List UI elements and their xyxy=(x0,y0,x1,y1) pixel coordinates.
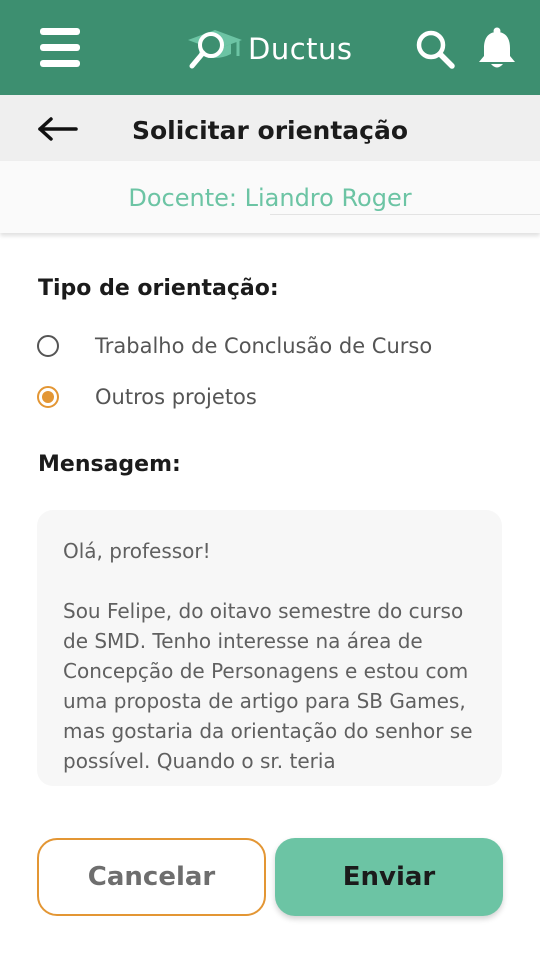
radio-option-outros[interactable]: Outros projetos xyxy=(37,383,257,411)
menu-button[interactable] xyxy=(40,28,80,68)
radio-button-selected[interactable] xyxy=(37,386,59,408)
radio-selected-dot xyxy=(42,391,54,403)
cancel-button[interactable]: Cancelar xyxy=(37,838,266,916)
magnifier-graduation-cap-icon xyxy=(188,30,242,69)
app-name: Ductus xyxy=(248,32,353,66)
divider xyxy=(270,214,540,215)
orientation-type-label: Tipo de orientação: xyxy=(38,276,279,301)
app-brand: Ductus xyxy=(186,26,353,72)
message-label: Mensagem: xyxy=(38,452,181,477)
page-title: Solicitar orientação xyxy=(131,116,409,145)
radio-option-label: Outros projetos xyxy=(95,385,257,409)
message-textarea[interactable]: Olá, professor! Sou Felipe, do oitavo se… xyxy=(37,510,502,786)
radio-button[interactable] xyxy=(37,335,59,357)
send-button[interactable]: Enviar xyxy=(275,838,503,916)
radio-option-tcc[interactable]: Trabalho de Conclusão de Curso xyxy=(37,332,432,360)
radio-option-label: Trabalho de Conclusão de Curso xyxy=(95,334,433,358)
message-text: Olá, professor! Sou Felipe, do oitavo se… xyxy=(63,539,473,773)
notifications-button[interactable] xyxy=(476,26,518,70)
search-button[interactable] xyxy=(414,28,456,70)
search-icon xyxy=(416,30,455,69)
teacher-name: Docente: Liandro Roger xyxy=(128,184,412,212)
bell-icon xyxy=(479,27,515,68)
